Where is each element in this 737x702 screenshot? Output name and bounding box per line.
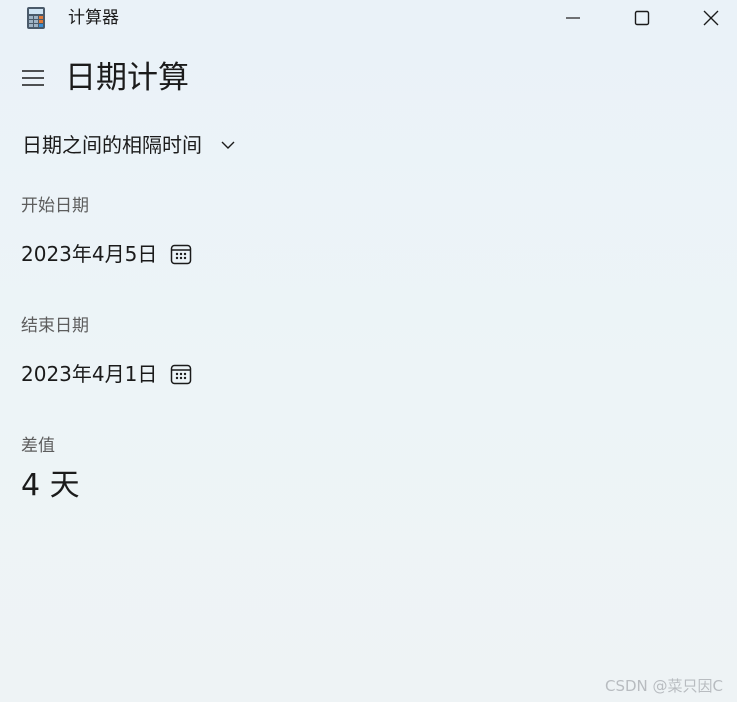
window-title: 计算器 — [68, 8, 119, 28]
close-button[interactable] — [688, 0, 734, 36]
minimize-icon — [566, 17, 580, 19]
start-date-picker[interactable]: 2023年4月5日 — [21, 238, 192, 270]
maximize-icon — [634, 10, 650, 26]
calendar-icon — [171, 364, 192, 385]
end-date-label: 结束日期 — [21, 316, 89, 336]
minimize-button[interactable] — [550, 0, 596, 36]
calculation-mode-dropdown[interactable]: 日期之间的相隔时间 — [22, 130, 235, 160]
title-bar: 计算器 — [0, 0, 737, 36]
start-date-value: 2023年4月5日 — [21, 242, 158, 266]
start-date-label: 开始日期 — [21, 196, 89, 216]
calculation-mode-value: 日期之间的相隔时间 — [22, 133, 202, 157]
end-date-picker[interactable]: 2023年4月1日 — [21, 358, 192, 390]
chevron-down-icon — [221, 141, 235, 149]
close-icon — [703, 10, 719, 26]
navigation-menu-button[interactable] — [13, 62, 53, 94]
difference-label: 差值 — [21, 436, 55, 456]
calendar-icon — [171, 244, 192, 265]
calculator-icon — [27, 7, 45, 29]
end-date-value: 2023年4月1日 — [21, 362, 158, 386]
hamburger-icon — [22, 70, 44, 86]
difference-value: 4 天 — [21, 468, 80, 503]
page-title: 日期计算 — [65, 60, 189, 96]
maximize-button[interactable] — [619, 0, 665, 36]
watermark-text: CSDN @菜只因C — [604, 677, 723, 695]
